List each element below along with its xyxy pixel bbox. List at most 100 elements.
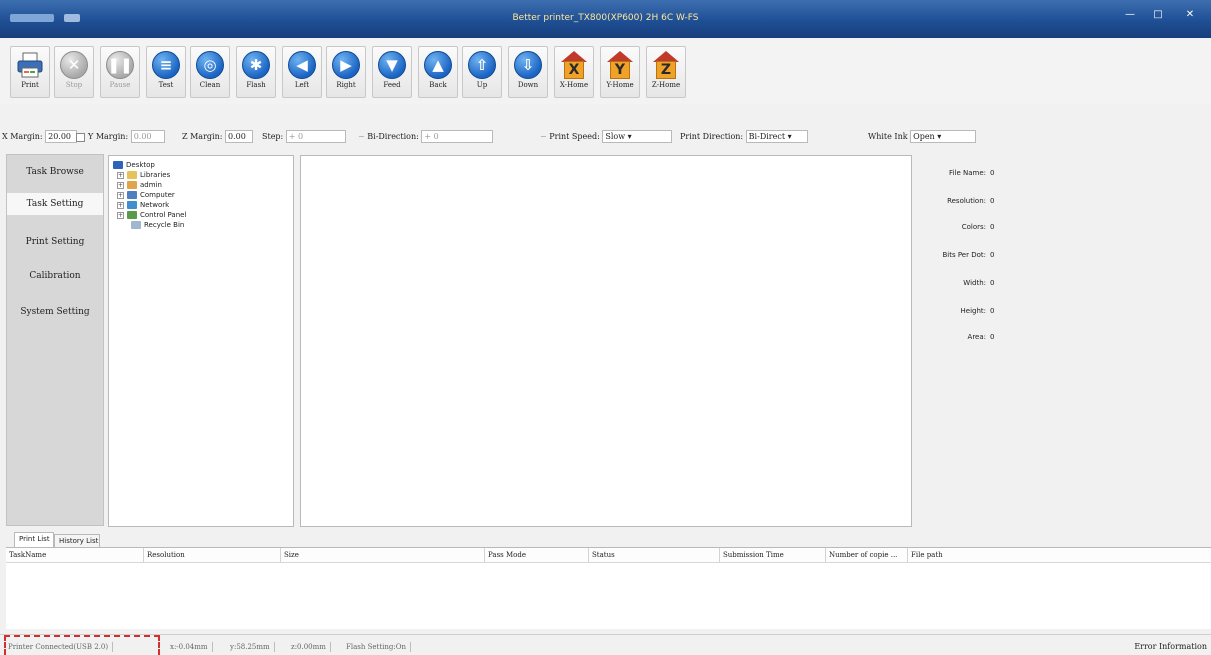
info-file-name: File Name: 0: [949, 169, 995, 177]
white-ink-select[interactable]: Open ▾: [910, 130, 977, 143]
col-resolution[interactable]: Resolution: [144, 548, 281, 562]
bidirection-field[interactable]: + 0: [421, 130, 494, 143]
image-preview: [300, 155, 912, 527]
left-button[interactable]: ◀ Left: [282, 46, 322, 98]
flash-label: Flash: [246, 81, 266, 89]
print-direction-select[interactable]: Bi-Direct ▾: [745, 130, 808, 143]
flash-button[interactable]: ✱ Flash: [236, 46, 276, 98]
info-height: Height: 0: [960, 307, 995, 315]
file-tree: Desktop + Libraries + admin + Computer + Net…: [108, 155, 294, 527]
nav-calibration[interactable]: Calibration: [7, 265, 103, 287]
yhome-button[interactable]: Y Y-Home: [600, 46, 640, 98]
y-home-icon: Y: [606, 51, 634, 79]
test-button[interactable]: ≡ Test: [146, 46, 186, 98]
expand-icon[interactable]: +: [117, 171, 124, 179]
clean-icon: ◎: [196, 51, 224, 79]
expand-icon[interactable]: +: [117, 201, 124, 209]
info-width: Width: 0: [963, 279, 995, 287]
z-margin-field[interactable]: 0.00: [224, 130, 253, 143]
info-resolution: Resolution: 0: [947, 197, 995, 205]
title-bar: Better printer_TX800(XP600) 2H 6C W-FS —…: [0, 0, 1211, 38]
tree-item-control-panel[interactable]: + Control Panel: [117, 210, 186, 220]
z-home-icon: Z: [652, 51, 680, 79]
x-margin-field[interactable]: 20.00: [45, 130, 78, 143]
col-task-name[interactable]: TaskName: [6, 548, 144, 562]
yhome-label: Y-Home: [606, 81, 634, 89]
xhome-button[interactable]: X X-Home: [554, 46, 594, 98]
arrow-down-icon: ▼: [378, 51, 406, 79]
nav-system-setting[interactable]: System Setting: [7, 301, 103, 323]
pause-label: Pause: [109, 81, 131, 89]
tree-item-admin[interactable]: + admin: [117, 180, 162, 190]
nav-task-browse[interactable]: Task Browse: [7, 161, 103, 183]
left-nav: Task Browse Task Setting Print Setting C…: [6, 154, 104, 526]
stop-icon: ✕: [60, 51, 88, 79]
test-icon: ≡: [152, 51, 180, 79]
main-toolbar: Print ✕ Stop ❚❚ Pause ≡ Test ◎ Clean ✱ Flash ◀ Left ▶…: [0, 38, 1211, 104]
white-ink-label: White Ink: [868, 132, 908, 141]
tree-item-network[interactable]: + Network: [117, 200, 169, 210]
status-connection: Printer Connected(USB 2.0): [8, 642, 114, 652]
print-speed-select[interactable]: Slow ▾: [602, 130, 673, 143]
clean-button[interactable]: ◎ Clean: [190, 46, 230, 98]
expand-icon[interactable]: +: [117, 191, 124, 199]
settings-bar: X Margin: 20.00 Y Margin: 0.00 Z Margin:…: [0, 104, 1211, 146]
pause-button[interactable]: ❚❚ Pause: [100, 46, 140, 98]
y-margin-checkbox[interactable]: [76, 132, 85, 142]
tree-item-desktop[interactable]: Desktop: [113, 160, 155, 170]
col-pass-mode[interactable]: Pass Mode: [485, 548, 589, 562]
printer-icon: [16, 51, 44, 79]
info-bits-per-dot: Bits Per Dot: 0: [942, 251, 995, 259]
print-button[interactable]: Print: [10, 46, 50, 98]
status-x-position: x:-0.04mm: [170, 642, 213, 652]
user-folder-icon: [127, 181, 137, 189]
tree-item-computer[interactable]: + Computer: [117, 190, 175, 200]
col-size[interactable]: Size: [281, 548, 485, 562]
stop-label: Stop: [65, 81, 83, 89]
step-field[interactable]: + 0: [285, 130, 346, 143]
left-label: Left: [294, 81, 310, 89]
col-status[interactable]: Status: [589, 548, 720, 562]
arrow-up-icon: ▲: [424, 51, 452, 79]
back-label: Back: [429, 81, 447, 89]
right-button[interactable]: ▶ Right: [326, 46, 366, 98]
y-margin-field[interactable]: 0.00: [130, 130, 165, 143]
tab-history-list[interactable]: History List: [54, 534, 100, 548]
col-file-path[interactable]: File path: [908, 548, 1211, 562]
tree-item-libraries[interactable]: + Libraries: [117, 170, 170, 180]
tab-print-list[interactable]: Print List: [14, 532, 54, 548]
col-number-of-copies[interactable]: Number of copie ...: [826, 548, 908, 562]
clean-label: Clean: [199, 81, 221, 89]
feed-label: Feed: [383, 81, 401, 89]
nav-print-setting[interactable]: Print Setting: [7, 231, 103, 253]
zhome-button[interactable]: Z Z-Home: [646, 46, 686, 98]
tree-item-recycle-bin[interactable]: Recycle Bin: [131, 220, 184, 230]
z-margin-label: Z Margin:: [182, 132, 223, 141]
feed-button[interactable]: ▼ Feed: [372, 46, 412, 98]
carriage-up-icon: ⇧: [468, 51, 496, 79]
stop-button[interactable]: ✕ Stop: [54, 46, 94, 98]
expand-icon[interactable]: +: [117, 211, 124, 219]
recycle-bin-icon: [131, 221, 141, 229]
maximize-button[interactable]: □: [1147, 8, 1169, 22]
nav-task-setting[interactable]: Task Setting: [7, 193, 103, 215]
col-submission-time[interactable]: Submission Time: [720, 548, 826, 562]
test-label: Test: [158, 81, 174, 89]
info-area: Area: 0: [967, 333, 995, 341]
x-home-icon: X: [560, 51, 588, 79]
minimize-button[interactable]: —: [1119, 8, 1141, 22]
up-label: Up: [476, 81, 488, 89]
down-button[interactable]: ⇩ Down: [508, 46, 548, 98]
xhome-label: X-Home: [559, 81, 589, 89]
right-label: Right: [336, 81, 356, 89]
step-label: Step:: [262, 132, 284, 141]
close-button[interactable]: ✕: [1175, 8, 1205, 22]
up-button[interactable]: ⇧ Up: [462, 46, 502, 98]
back-button[interactable]: ▲ Back: [418, 46, 458, 98]
error-information-link[interactable]: Error Information: [1134, 642, 1207, 651]
expand-icon[interactable]: +: [117, 181, 124, 189]
window-title: Better printer_TX800(XP600) 2H 6C W-FS: [512, 13, 699, 23]
carriage-down-icon: ⇩: [514, 51, 542, 79]
network-icon: [127, 201, 137, 209]
arrow-right-icon: ▶: [332, 51, 360, 79]
